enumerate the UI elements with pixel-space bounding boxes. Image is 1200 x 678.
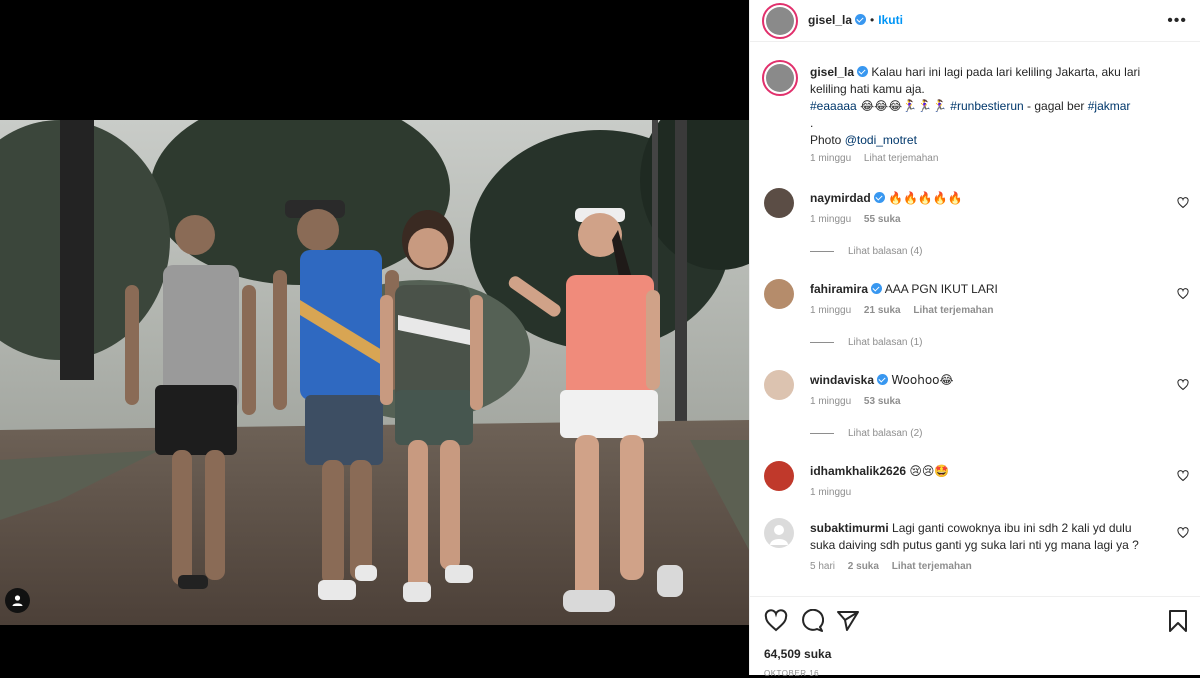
commenter-avatar[interactable] — [764, 370, 794, 400]
follow-button[interactable]: Ikuti — [878, 13, 903, 27]
post-photo[interactable] — [0, 120, 749, 625]
photo-credit-mention[interactable]: @todi_motret — [845, 133, 917, 147]
verified-icon — [871, 283, 883, 294]
translate-link[interactable]: Lihat terjemahan — [892, 561, 972, 572]
verified-icon — [855, 14, 867, 25]
comment-text: 😢😢🤩 — [909, 464, 950, 478]
comment-likes[interactable]: 21 suka — [864, 305, 901, 316]
view-replies-button[interactable]: Lihat balasan (1) — [810, 337, 923, 348]
verified-icon — [857, 66, 869, 77]
comment-text: Lagi ganti cowoknya ibu ini sdh 2 kali y… — [892, 521, 1132, 535]
user-tag-icon — [12, 595, 23, 606]
verified-icon — [873, 192, 885, 203]
share-icon[interactable] — [836, 609, 860, 633]
comment-time: 5 hari — [810, 561, 836, 572]
comment-username[interactable]: naymirdad — [810, 191, 871, 205]
heart-icon[interactable] — [1177, 288, 1189, 300]
commenter-avatar[interactable] — [764, 518, 794, 548]
runners-photo — [0, 120, 749, 625]
comment-icon[interactable] — [800, 609, 824, 633]
default-avatar-icon — [770, 525, 788, 545]
post-media — [0, 0, 749, 675]
heart-icon[interactable] — [1177, 197, 1189, 209]
comment-time: 1 minggu — [810, 305, 852, 316]
heart-icon[interactable] — [1177, 527, 1189, 539]
comment-time: 1 minggu — [810, 487, 852, 498]
user-tag-button[interactable] — [5, 588, 30, 613]
comment-username[interactable]: fahiramira — [810, 282, 868, 296]
author-avatar[interactable] — [762, 3, 798, 39]
caption-line: keliling hati kamu aja. — [810, 82, 925, 96]
comment-time: 1 minggu — [810, 214, 852, 225]
author-username[interactable]: gisel_la — [808, 13, 852, 27]
view-replies-button[interactable]: Lihat balasan (2) — [810, 428, 923, 439]
comments-scroll[interactable]: gisel_la Kalau hari ini lagi pada lari k… — [750, 42, 1200, 595]
bookmark-icon[interactable] — [1167, 609, 1189, 633]
comment-likes[interactable]: 55 suka — [864, 214, 901, 225]
separator-dot: • — [870, 13, 875, 27]
comment-text: 🔥🔥🔥🔥🔥 — [888, 191, 963, 205]
caption-meta: 1 minggu Lihat terjemahan — [810, 153, 948, 164]
photo-credit-label: Photo — [810, 133, 845, 147]
caption-username[interactable]: gisel_la — [810, 65, 854, 79]
caption-avatar[interactable] — [762, 60, 798, 96]
comment-text: suka daiving sdh putus ganti yg suka lar… — [810, 538, 1139, 552]
caption-time: 1 minggu — [810, 153, 852, 164]
post-side-panel: gisel_la • Ikuti ••• gisel_la Kalau hari i… — [749, 0, 1200, 678]
hashtag-link[interactable]: #runbestierun — [950, 99, 1023, 113]
commenter-avatar[interactable] — [764, 188, 794, 218]
commenter-avatar[interactable] — [764, 279, 794, 309]
translate-link[interactable]: Lihat terjemahan — [913, 305, 993, 316]
caption-text-part: - gagal ber — [1023, 99, 1088, 113]
view-replies-button[interactable]: Lihat balasan (4) — [810, 246, 923, 257]
heart-icon[interactable] — [1177, 470, 1189, 482]
more-icon[interactable]: ••• — [1167, 12, 1187, 30]
commenter-avatar[interactable] — [764, 461, 794, 491]
comment-username[interactable]: idhamkhalik2626 — [810, 464, 906, 478]
comment-likes[interactable]: 2 suka — [848, 561, 879, 572]
caption-dot: . — [810, 116, 814, 130]
caption-emojis: 😂😂😂🏃‍♀️🏃‍♀️🏃‍♀️ — [860, 99, 947, 113]
comment-text: Woohoo😂 — [891, 373, 954, 387]
caption-line: Kalau hari ini lagi pada lari keliling J… — [871, 65, 1141, 79]
caption-text: gisel_la Kalau hari ini lagi pada lari k… — [810, 64, 1190, 149]
post-date: OKTOBER 16 — [764, 669, 820, 678]
hashtag-link[interactable]: #eaaaaa — [810, 99, 857, 113]
comment-username[interactable]: subaktimurmi — [810, 521, 889, 535]
hashtag-link[interactable]: #jakmar — [1088, 99, 1131, 113]
comment-username[interactable]: windaviska — [810, 373, 874, 387]
translate-link[interactable]: Lihat terjemahan — [864, 153, 939, 164]
heart-icon[interactable] — [764, 609, 788, 633]
verified-icon — [877, 374, 889, 385]
action-bar: 64,509 suka OKTOBER 16 — [750, 596, 1200, 678]
comment-likes[interactable]: 53 suka — [864, 396, 901, 407]
heart-icon[interactable] — [1177, 379, 1189, 391]
likes-count[interactable]: 64,509 suka — [764, 647, 831, 661]
comment-time: 1 minggu — [810, 396, 852, 407]
post-header: gisel_la • Ikuti ••• — [750, 0, 1200, 42]
comment-text: AAA PGN IKUT LARI — [884, 282, 998, 296]
